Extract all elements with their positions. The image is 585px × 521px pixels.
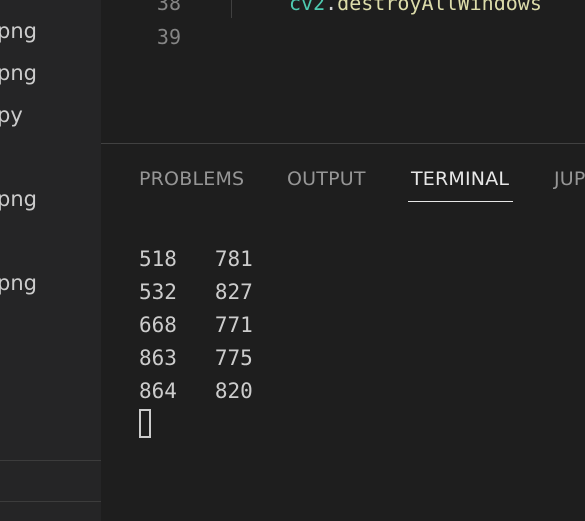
vscode-window: png png py png png 38 cv2.destroyAllWind… [0, 0, 585, 521]
terminal-cursor[interactable] [139, 409, 151, 438]
terminal-output-line: 518 781 [139, 247, 253, 271]
line-number: 39 [156, 25, 181, 49]
explorer-file-item[interactable]: png [0, 271, 101, 295]
terminal-output-line: 863 775 [139, 346, 253, 370]
explorer-file-item[interactable]: py [0, 103, 101, 127]
tab-problems[interactable]: PROBLEMS [139, 166, 244, 192]
tab-terminal[interactable]: TERMINAL [411, 166, 509, 192]
explorer-file-item[interactable]: png [0, 19, 101, 43]
explorer-file-label: py [0, 103, 23, 127]
tab-output[interactable]: OUTPUT [287, 166, 366, 192]
explorer-file-item[interactable]: png [0, 187, 101, 211]
tab-jupyter[interactable]: JUP [554, 166, 585, 192]
indent-guide [231, 0, 232, 18]
terminal-output-line: 668 771 [139, 313, 253, 337]
explorer-sidebar: png png py png png [0, 0, 101, 521]
explorer-file-label: png [0, 19, 37, 43]
sidebar-section-divider [0, 501, 101, 502]
explorer-file-item[interactable]: png [0, 61, 101, 85]
explorer-file-label: png [0, 61, 37, 85]
line-number: 38 [156, 0, 181, 15]
code-token-function: destroyAllWindows [337, 0, 542, 15]
terminal-output-line: 532 827 [139, 280, 253, 304]
active-tab-indicator [408, 201, 513, 202]
code-token-punctuation: . [325, 0, 338, 15]
terminal-output-line: 864 820 [139, 379, 253, 403]
explorer-file-label: png [0, 271, 37, 295]
sidebar-section-divider [0, 460, 101, 461]
code-line[interactable]: cv2.destroyAllWindows [289, 0, 542, 15]
code-token-variable: cv2 [289, 0, 326, 15]
code-editor[interactable]: 38 cv2.destroyAllWindows 39 [101, 0, 585, 143]
bottom-panel: PROBLEMS OUTPUT TERMINAL JUP 518 781 532… [101, 143, 585, 521]
explorer-file-label: png [0, 187, 37, 211]
